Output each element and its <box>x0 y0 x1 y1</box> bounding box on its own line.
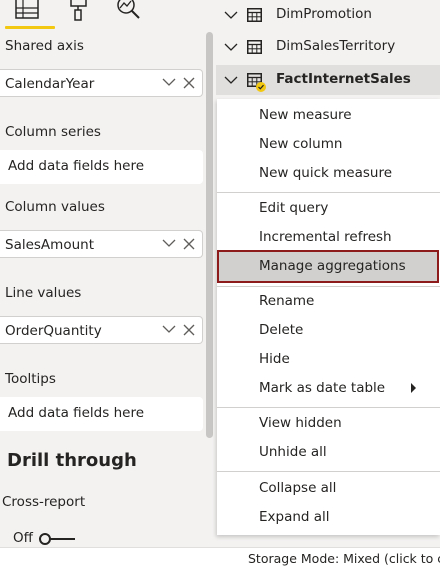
submenu-arrow-icon <box>411 383 416 393</box>
chevron-down-icon[interactable] <box>224 75 238 85</box>
field-value: SalesAmount <box>5 237 94 253</box>
menu-item-label: Unhide all <box>259 444 327 460</box>
close-icon[interactable] <box>183 324 195 336</box>
menu-item-label: Collapse all <box>259 480 337 496</box>
menu-item-new-measure[interactable]: New measure <box>217 101 440 130</box>
menu-item-hide[interactable]: Hide <box>217 345 440 374</box>
fields-icon[interactable] <box>14 0 42 22</box>
menu-item-new-column[interactable]: New column <box>217 130 440 159</box>
drop-zone-column-series[interactable]: Add data fields here <box>0 150 203 184</box>
chevron-down-icon[interactable] <box>224 42 238 52</box>
table-icon <box>247 8 262 22</box>
menu-item-delete[interactable]: Delete <box>217 316 440 345</box>
toggle-state-label: Off <box>13 530 33 546</box>
pane-tabs <box>0 0 216 30</box>
menu-item-label: Incremental refresh <box>259 229 392 245</box>
analytics-magnifier-icon[interactable] <box>115 0 143 22</box>
pane-scrollbar[interactable] <box>206 32 213 438</box>
field-value: CalendarYear <box>5 76 95 92</box>
menu-item-label: Manage aggregations <box>259 258 406 274</box>
active-tab-indicator <box>5 26 55 29</box>
drop-zone-placeholder: Add data fields here <box>8 405 145 421</box>
menu-item-new-quick-measure[interactable]: New quick measure <box>217 159 440 188</box>
table-name: DimPromotion <box>276 6 372 22</box>
menu-item-mark-as-date-table[interactable]: Mark as date table <box>217 374 440 403</box>
menu-item-edit-query[interactable]: Edit query <box>217 194 440 223</box>
menu-item-incremental-refresh[interactable]: Incremental refresh <box>217 223 440 252</box>
chevron-down-icon[interactable] <box>162 77 176 87</box>
storage-mode-status[interactable]: Storage Mode: Mixed (click to cl <box>248 551 440 566</box>
menu-separator <box>217 471 440 472</box>
menu-item-rename[interactable]: Rename <box>217 287 440 316</box>
context-menu: New measure New column New quick measure… <box>217 99 440 535</box>
well-label-column-values: Column values <box>5 199 105 215</box>
menu-item-label: View hidden <box>259 415 342 431</box>
chevron-down-icon[interactable] <box>162 324 176 334</box>
field-value: OrderQuantity <box>5 323 102 339</box>
well-label-line-values: Line values <box>5 285 82 301</box>
status-bar: Storage Mode: Mixed (click to cl <box>0 547 440 571</box>
cross-report-toggle[interactable] <box>38 532 76 546</box>
visualizations-pane: Shared axis CalendarYear Column series A… <box>0 0 216 547</box>
well-label-tooltips: Tooltips <box>5 371 56 387</box>
close-icon[interactable] <box>183 77 195 89</box>
menu-item-label: Mark as date table <box>259 380 386 396</box>
menu-item-expand-all[interactable]: Expand all <box>217 503 440 532</box>
table-name: DimSalesTerritory <box>276 38 396 54</box>
menu-item-label: New measure <box>259 107 352 123</box>
chevron-down-icon[interactable] <box>224 10 238 20</box>
chevron-down-icon[interactable] <box>162 238 176 248</box>
menu-item-label: New column <box>259 136 343 152</box>
menu-separator <box>217 192 440 193</box>
menu-item-collapse-all[interactable]: Collapse all <box>217 474 440 503</box>
cross-report-label: Cross-report <box>2 494 86 510</box>
table-item-dimsalesterritory[interactable]: DimSalesTerritory <box>216 32 440 62</box>
close-icon[interactable] <box>183 238 195 250</box>
table-item-factinternetsales[interactable]: FactInternetSales <box>216 65 440 95</box>
menu-item-label: New quick measure <box>259 165 393 181</box>
field-well-column-values[interactable]: SalesAmount <box>0 230 203 258</box>
field-well-line-values[interactable]: OrderQuantity <box>0 316 203 344</box>
menu-item-label: Delete <box>259 322 304 338</box>
menu-item-unhide-all[interactable]: Unhide all <box>217 438 440 467</box>
drill-through-heading: Drill through <box>7 450 137 471</box>
format-paint-roller-icon[interactable] <box>69 0 89 22</box>
menu-item-label: Rename <box>259 293 315 309</box>
menu-item-label: Expand all <box>259 509 330 525</box>
menu-item-view-hidden[interactable]: View hidden <box>217 409 440 438</box>
checked-badge-icon <box>256 82 266 92</box>
drop-zone-placeholder: Add data fields here <box>8 158 145 174</box>
well-label-shared-axis: Shared axis <box>5 38 84 54</box>
well-label-column-series: Column series <box>5 124 101 140</box>
menu-separator <box>217 407 440 408</box>
table-name: FactInternetSales <box>276 71 411 87</box>
menu-item-label: Hide <box>259 351 290 367</box>
table-icon <box>247 40 262 54</box>
menu-item-label: Edit query <box>259 200 329 216</box>
table-item-dimpromotion[interactable]: DimPromotion <box>216 0 440 30</box>
drop-zone-tooltips[interactable]: Add data fields here <box>0 397 203 431</box>
menu-item-manage-aggregations[interactable]: Manage aggregations <box>217 250 439 283</box>
field-well-shared-axis[interactable]: CalendarYear <box>0 69 203 97</box>
